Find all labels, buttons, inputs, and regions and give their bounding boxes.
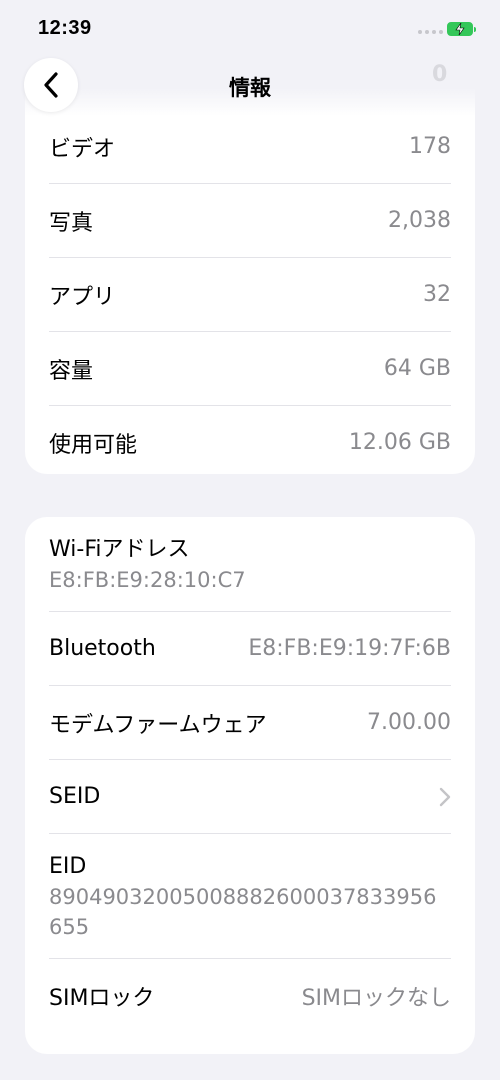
capacity-row: 容量 64 GB <box>49 332 451 406</box>
photos-row: 写真 2,038 <box>49 184 451 258</box>
page-title: 情報 <box>229 76 271 100</box>
eid-label: EID <box>49 854 87 879</box>
bluetooth-value: E8:FB:E9:19:7F:6B <box>248 636 451 661</box>
cellular-signal-icon <box>418 30 443 34</box>
wifi-address-row[interactable]: Wi-Fiアドレス E8:FB:E9:28:10:C7 <box>49 517 451 612</box>
eid-row[interactable]: EID 89049032005008882600037833956655 <box>49 834 451 959</box>
eid-value: 89049032005008882600037833956655 <box>49 885 437 939</box>
apps-value: 32 <box>423 282 451 307</box>
chevron-right-icon <box>439 787 451 807</box>
bluetooth-row[interactable]: Bluetooth E8:FB:E9:19:7F:6B <box>49 612 451 686</box>
sim-lock-value: SIMロックなし <box>301 985 451 1011</box>
modem-firmware-row[interactable]: モデムファームウェア 7.00.00 <box>49 686 451 760</box>
photos-label: 写真 <box>49 210 94 236</box>
videos-label: ビデオ <box>49 136 116 162</box>
available-row: 使用可能 12.06 GB <box>49 406 451 474</box>
modem-firmware-value: 7.00.00 <box>367 710 451 735</box>
bluetooth-label: Bluetooth <box>49 636 156 661</box>
available-label: 使用可能 <box>49 432 138 458</box>
status-time: 12:39 <box>38 17 92 39</box>
wifi-address-label: Wi-Fiアドレス <box>49 537 190 562</box>
videos-row: ビデオ 178 <box>49 110 451 184</box>
wifi-address-value: E8:FB:E9:28:10:C7 <box>49 568 246 592</box>
available-value: 12.06 GB <box>348 430 451 455</box>
battery-charging-icon <box>447 22 476 36</box>
network-info-card: Wi-Fiアドレス E8:FB:E9:28:10:C7 Bluetooth E8… <box>25 517 475 1054</box>
modem-firmware-label: モデムファームウェア <box>49 712 267 738</box>
capacity-label: 容量 <box>49 358 94 384</box>
videos-value: 178 <box>409 134 451 159</box>
capacity-value: 64 GB <box>383 356 451 381</box>
apps-row: アプリ 32 <box>49 258 451 332</box>
status-bar: 12:39 <box>0 0 500 58</box>
seid-label: SEID <box>49 784 101 809</box>
sim-lock-label: SIMロック <box>49 985 155 1011</box>
faded-scroll-text: 0 <box>432 62 448 87</box>
navigation-bar: 情報 0 <box>0 58 500 112</box>
seid-row[interactable]: SEID <box>49 760 451 834</box>
device-stats-card: ビデオ 178 写真 2,038 アプリ 32 容量 64 GB 使用可能 12… <box>25 88 475 474</box>
sim-lock-row[interactable]: SIMロック SIMロックなし <box>49 959 451 1032</box>
photos-value: 2,038 <box>388 208 451 233</box>
apps-label: アプリ <box>49 284 116 310</box>
